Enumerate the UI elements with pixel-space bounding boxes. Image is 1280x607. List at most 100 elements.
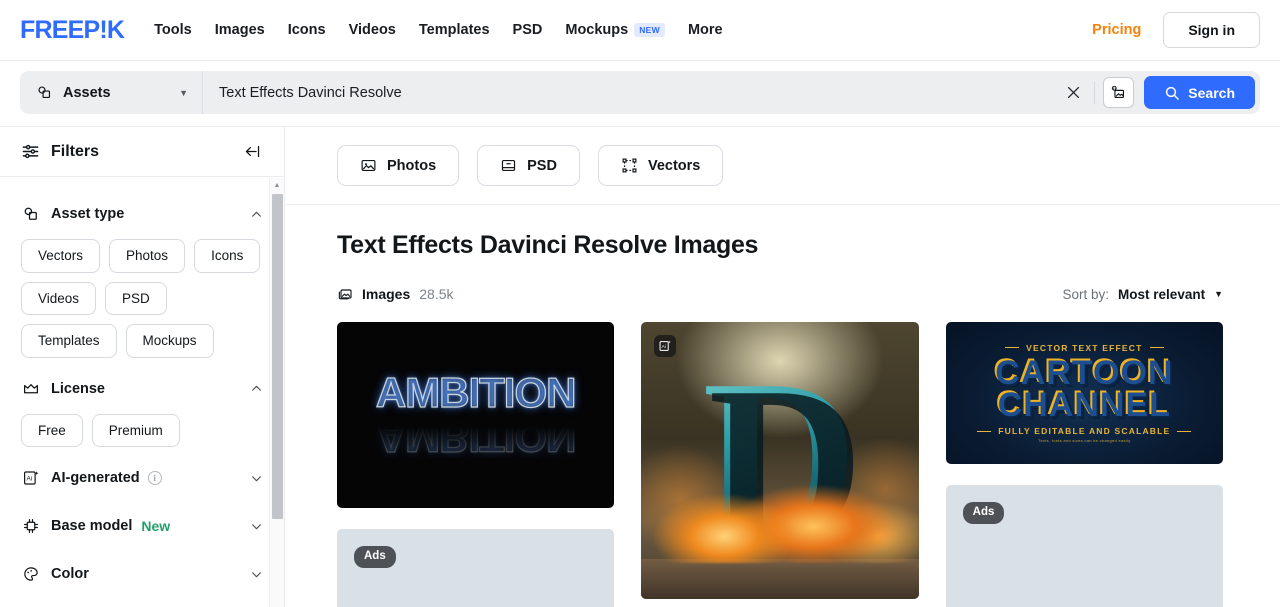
sidebar-scrollbar[interactable]: ▲ [269, 178, 284, 607]
search-button[interactable]: Search [1144, 76, 1255, 109]
cartoon-line-1: CARTOON [995, 353, 1174, 392]
chip-psd[interactable]: PSD [105, 281, 167, 316]
filters-icon [21, 142, 40, 161]
filter-group-title: Color [51, 566, 89, 583]
chip-premium[interactable]: Premium [91, 413, 180, 448]
scroll-up-arrow-icon[interactable]: ▲ [270, 178, 284, 193]
cartoon-bottom-banner-text: FULLY EDITABLE AND SCALABLE [998, 426, 1171, 437]
nav-item-tools[interactable]: Tools [154, 22, 192, 38]
asset-type-chips: Vectors Photos Icons Videos PSD Template… [21, 239, 263, 358]
nav-item-videos[interactable]: Videos [349, 22, 396, 38]
asset-type-icon [21, 205, 40, 224]
rule-left [977, 430, 992, 433]
search-button-label: Search [1188, 84, 1235, 101]
nav-label: More [687, 22, 723, 38]
asset-type-label: Assets [63, 84, 111, 101]
chevron-up-icon [250, 208, 263, 221]
sign-in-button[interactable]: Sign in [1163, 12, 1260, 48]
chip-videos[interactable]: Videos [21, 281, 97, 316]
results-main: Photos PSD Vectors Text Effects Davinci … [285, 127, 1280, 607]
ai-icon: Ai [21, 469, 40, 488]
chip-icon [21, 517, 40, 536]
chip-free[interactable]: Free [21, 413, 83, 448]
filter-group-header[interactable]: Color [21, 553, 263, 595]
pricing-link[interactable]: Pricing [1092, 22, 1141, 38]
cartoon-bottom-subtext: Texts, fonts and sizes can be changed ea… [1038, 438, 1131, 444]
filters-sidebar: Filters Asset type Vectors Photos Icons … [0, 127, 285, 607]
chevron-down-icon [250, 568, 263, 581]
rule-right [1177, 430, 1192, 433]
clear-search-icon[interactable] [1056, 76, 1090, 110]
palette-icon [21, 565, 40, 584]
filter-group-color: Color [21, 553, 263, 595]
ambition-text: AMBITION [375, 369, 577, 416]
result-card-ambition[interactable]: AMBITION AMBITION [337, 322, 615, 508]
filter-group-asset-type: Asset type Vectors Photos Icons Videos P… [21, 193, 263, 358]
result-card-cartoon-channel[interactable]: VECTOR TEXT EFFECT CARTOON CHANNEL FULLY… [945, 322, 1223, 464]
nav-item-more[interactable]: More [688, 22, 723, 38]
ads-badge: Ads [354, 546, 396, 568]
results-section: Text Effects Davinci Resolve Images Imag… [285, 205, 1280, 607]
filter-group-title: Base model [51, 518, 133, 535]
nav-item-icons[interactable]: Icons [288, 22, 326, 38]
ambition-text-reflection: AMBITION [375, 413, 576, 461]
assets-icon [36, 84, 53, 101]
filter-group-license: License Free Premium [21, 368, 263, 448]
nav-item-images[interactable]: Images [215, 22, 265, 38]
letter-d-fire-effect [641, 467, 919, 563]
search-input[interactable] [203, 71, 1057, 114]
chip-mockups[interactable]: Mockups [125, 324, 214, 358]
nav-item-templates[interactable]: Templates [419, 22, 490, 38]
sort-dropdown[interactable]: Sort by: Most relevant ▼ [1063, 287, 1223, 302]
tab-label: Vectors [647, 157, 701, 174]
main-nav: Tools Images Icons Videos Templates PSD … [154, 22, 722, 38]
cartoon-bottom-banner: FULLY EDITABLE AND SCALABLE [977, 426, 1192, 437]
chip-icons[interactable]: Icons [194, 239, 261, 273]
tab-photos[interactable]: Photos [337, 145, 460, 186]
filters-header: Filters [0, 127, 284, 177]
page-body: Filters Asset type Vectors Photos Icons … [0, 126, 1280, 607]
chevron-down-icon [250, 472, 263, 485]
freepik-logo[interactable]: FREEP!K [20, 16, 125, 45]
nav-label: Mockups [565, 22, 629, 38]
filters-list: Asset type Vectors Photos Icons Videos P… [0, 177, 284, 607]
nav-item-mockups[interactable]: Mockups NEW [565, 22, 665, 38]
rule-right [1149, 346, 1164, 349]
filter-group-title: Asset type [51, 206, 125, 222]
info-icon[interactable]: i [147, 471, 162, 486]
nav-label: Templates [418, 22, 490, 38]
images-icon [337, 286, 353, 302]
cartoon-line-2: CHANNEL [997, 386, 1171, 424]
cartoon-top-banner: VECTOR TEXT EFFECT [1005, 342, 1164, 353]
vector-nodes-icon [621, 157, 638, 174]
sort-label: Sort by: [1062, 286, 1110, 302]
filter-group-header[interactable]: Base model New [21, 505, 263, 547]
collapse-sidebar-icon[interactable] [243, 143, 262, 160]
search-bar: Assets ▼ Search [20, 71, 1260, 114]
asset-type-dropdown[interactable]: Assets ▼ [20, 71, 203, 114]
ads-placeholder-2[interactable]: Ads [945, 485, 1223, 607]
scrollbar-thumb[interactable] [272, 194, 283, 519]
svg-text:Ai: Ai [26, 476, 32, 483]
tab-psd[interactable]: PSD [477, 145, 580, 186]
ads-placeholder-1[interactable]: Ads [337, 529, 615, 607]
cartoon-top-banner-text: VECTOR TEXT EFFECT [1026, 342, 1143, 353]
grid-column-2: Ai D [641, 322, 919, 607]
filter-group-header[interactable]: License [21, 368, 263, 410]
chip-templates[interactable]: Templates [21, 324, 117, 358]
page-title: Text Effects Davinci Resolve Images [337, 231, 759, 259]
filter-group-header[interactable]: Ai AI-generated i [21, 457, 263, 499]
nav-item-psd[interactable]: PSD [513, 22, 543, 38]
results-meta-row: Images 28.5k Sort by: Most relevant ▼ [337, 286, 1223, 302]
chip-vectors[interactable]: Vectors [21, 239, 101, 273]
tab-vectors[interactable]: Vectors [597, 145, 724, 186]
sort-value: Most relevant [1118, 286, 1206, 302]
chip-photos[interactable]: Photos [109, 239, 186, 273]
filter-group-header[interactable]: Asset type [21, 193, 263, 235]
tab-label: PSD [527, 157, 557, 174]
result-card-letter-d[interactable]: Ai D [641, 322, 919, 599]
image-search-button[interactable] [1103, 77, 1135, 108]
results-type-label: Images [362, 286, 411, 302]
letter-d-floor [641, 559, 919, 599]
search-icon [1164, 85, 1180, 101]
